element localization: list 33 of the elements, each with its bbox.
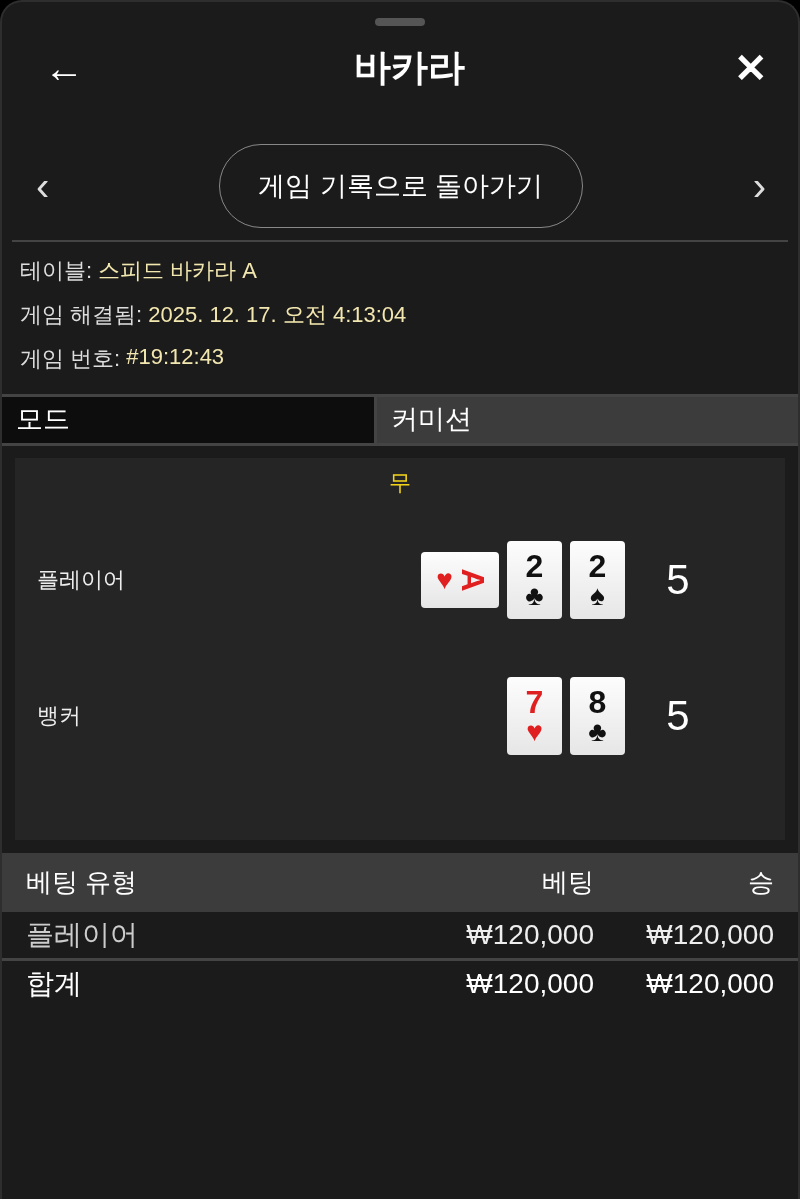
playing-card: 2 ♠ [570,541,625,619]
mode-value: 커미션 [377,397,798,443]
previous-button[interactable]: ‹ [32,166,54,206]
info-label: 게임 번호: [20,345,121,373]
playing-card: 2 ♣ [507,541,562,619]
column-header: 승 [747,866,774,899]
info-label: 테이블: [20,257,93,285]
info-value: 스피드 바카라 A [98,257,258,285]
drag-handle[interactable] [375,18,425,26]
column-header: 베팅 [541,866,594,899]
back-button[interactable]: ← [40,48,88,88]
mode-label: 모드 [2,397,377,443]
info-value: #19:12:43 [126,344,225,371]
playing-card: ♥ A [421,552,499,608]
table-cell-text: ₩120,000 [465,919,594,951]
close-button[interactable]: ✕ [730,48,772,88]
info-value: 2025. 12. 17. 오전 4:13:04 [148,301,407,329]
info-label: 게임 해결됨: [20,301,143,329]
hand-name: 뱅커 [37,702,82,730]
next-button[interactable]: › [748,166,770,206]
playing-card: 8 ♣ [570,677,625,755]
table-cell-text: ₩120,000 [645,919,774,951]
outcome-text: 무 [389,469,411,497]
column-header: 베팅 유형 [26,866,139,899]
hand-score: 5 [665,692,691,740]
page-title: 바카라 [353,46,465,90]
table-cell-text: ₩120,000 [465,968,594,1000]
table-cell-text: ₩120,000 [645,968,774,1000]
table-cell-text: 합계 [26,967,83,1001]
playing-card: 7 ♥ [507,677,562,755]
hand-name: 플레이어 [37,566,126,594]
hand-score: 5 [665,556,691,604]
table-cell-text: 플레이어 [26,918,139,952]
